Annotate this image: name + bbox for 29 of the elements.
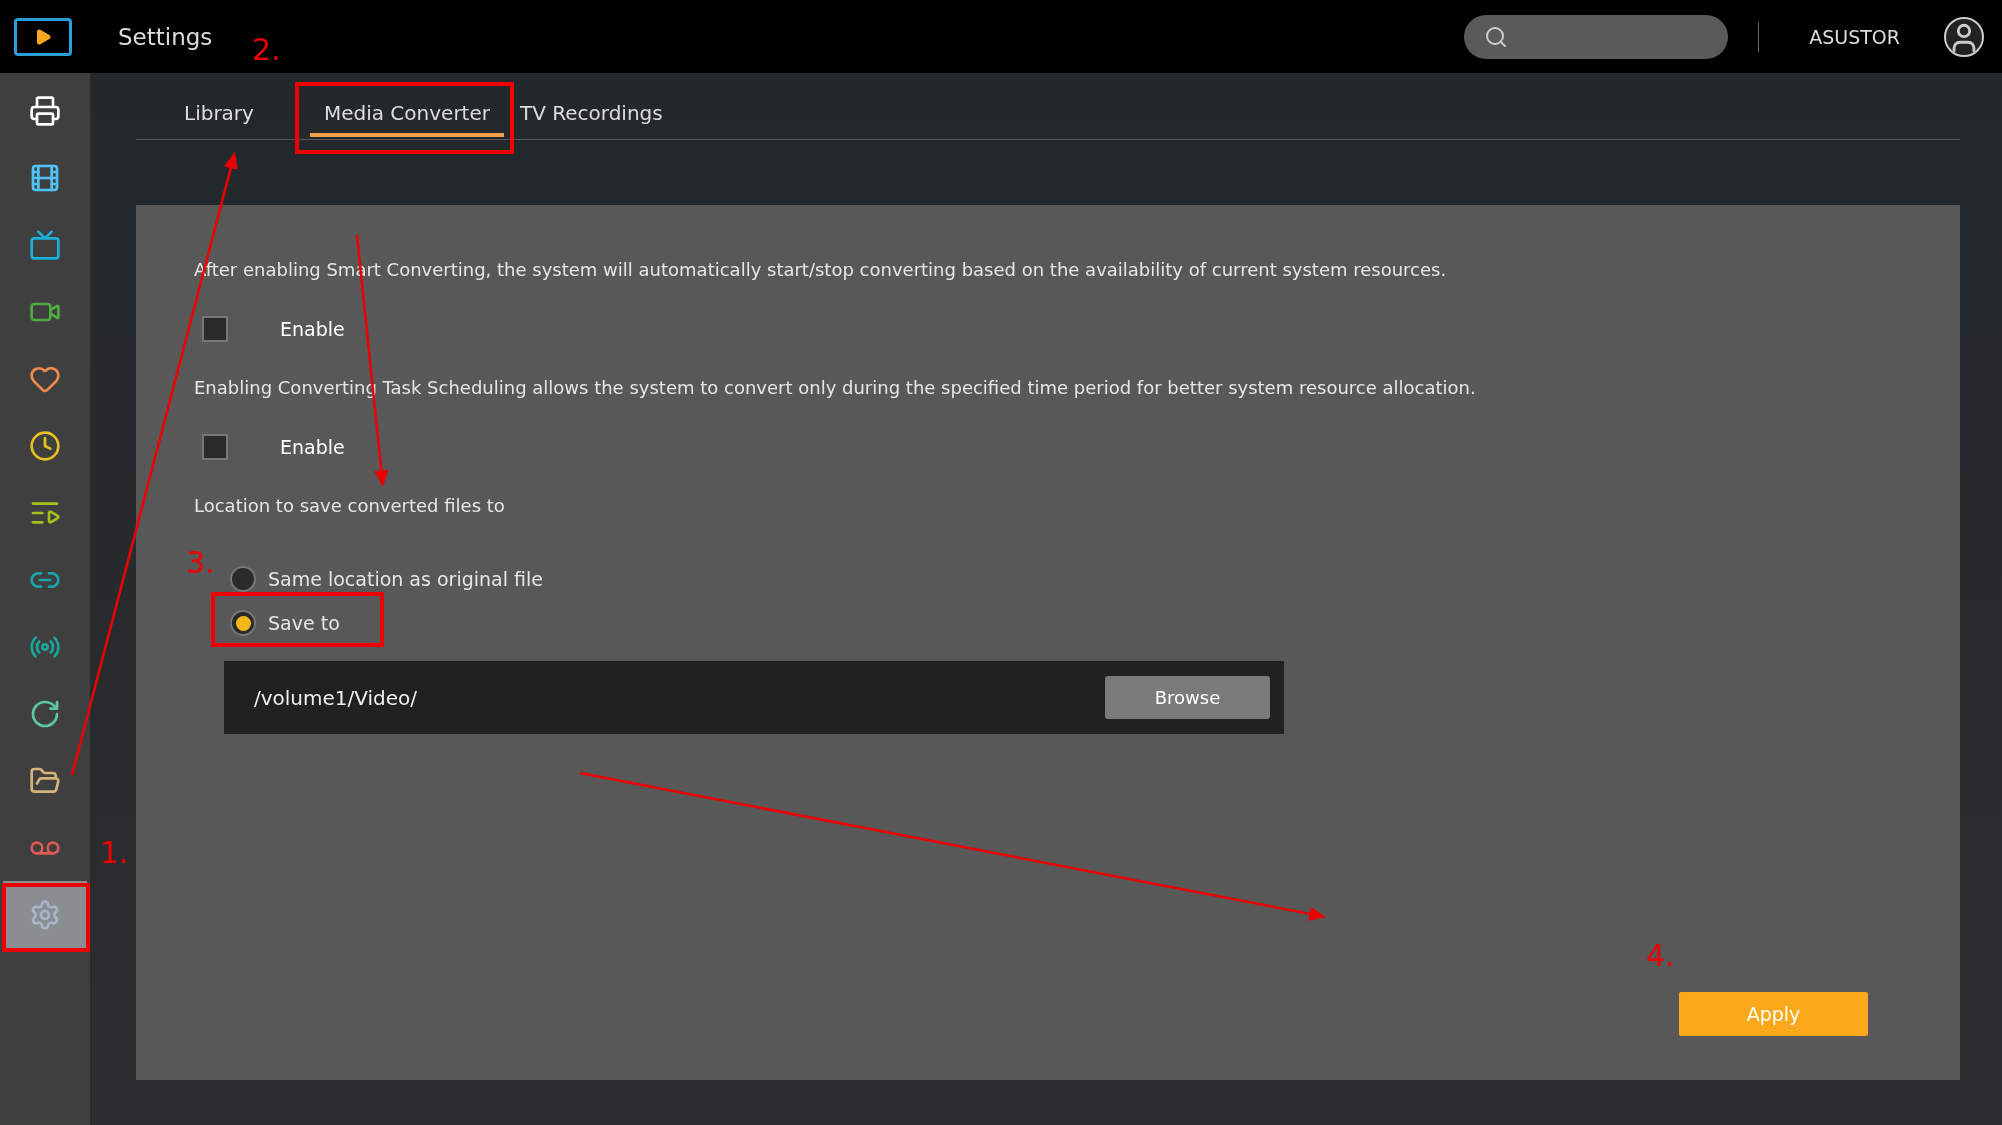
- checkbox[interactable]: [202, 316, 228, 342]
- location-label: Location to save converted files to: [194, 495, 506, 517]
- search-field[interactable]: [1464, 14, 1729, 59]
- path-field[interactable]: /volume1/Video/ Browse: [224, 661, 1284, 734]
- checkbox-label[interactable]: Enable: [280, 318, 345, 340]
- radio-button[interactable]: [230, 610, 256, 636]
- search-icon: [1484, 24, 1509, 49]
- radio-button[interactable]: [230, 566, 256, 592]
- app-logo[interactable]: [14, 17, 72, 56]
- avatar-icon[interactable]: [1944, 16, 1984, 57]
- step-number: 3.: [186, 545, 215, 580]
- checkbox-label[interactable]: Enable: [280, 436, 345, 458]
- path-text: /volume1/Video/: [254, 685, 418, 710]
- settings-icon: [29, 898, 61, 931]
- step-number: 4.: [1646, 938, 1675, 973]
- tab[interactable]: Library: [170, 73, 268, 137]
- radio-label[interactable]: Same location as original file: [268, 568, 543, 590]
- browse-button[interactable]: Browse: [1105, 676, 1270, 719]
- printer-icon: [29, 94, 61, 127]
- tab[interactable]: TV Recordings: [506, 73, 677, 137]
- checkbox[interactable]: [202, 434, 228, 460]
- tab[interactable]: Media Converter: [309, 73, 504, 137]
- page-title: Settings: [118, 23, 213, 50]
- step-number: 1.: [100, 835, 129, 870]
- tv-icon: [29, 228, 61, 261]
- radio-label[interactable]: Save to: [268, 612, 340, 634]
- clock-icon: [29, 429, 61, 462]
- user-name[interactable]: ASUSTOR: [1809, 25, 1900, 48]
- step-number: 2.: [252, 32, 281, 67]
